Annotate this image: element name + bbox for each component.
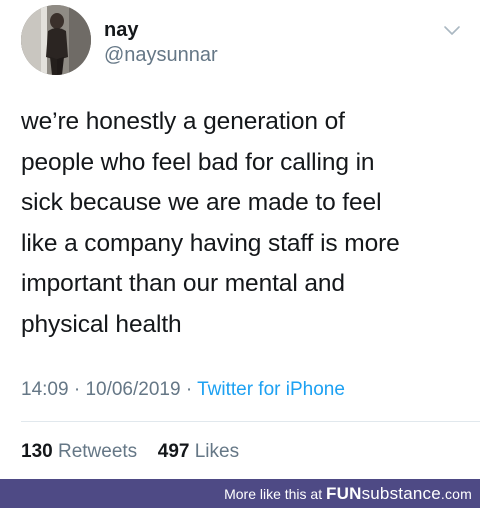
separator: · [185,379,193,400]
likes-label: Likes [194,441,240,462]
likes-stat[interactable]: 497 Likes [158,441,239,462]
separator: · [73,379,81,400]
tweet-text: we’re honestly a generation of people wh… [21,108,400,338]
tweet-card: nay @naysunnar we’re honestly a generati… [0,0,480,479]
tweet-metadata: 14:09 · 10/06/2019 · Twitter for iPhone [21,378,345,402]
retweets-label: Retweets [57,441,138,462]
likes-count: 497 [157,441,190,462]
display-name[interactable]: nay [104,18,138,42]
tweet-date[interactable]: 10/06/2019 [85,379,180,400]
footer-prefix: More like this at [224,486,323,502]
tweet-source[interactable]: Twitter for iPhone [197,379,345,400]
user-handle[interactable]: @naysunnar [104,43,218,67]
footer-brand[interactable]: FUNsubstance.com [326,484,472,503]
retweets-count: 130 [21,441,53,462]
avatar-photo [21,5,91,75]
watermark-footer: More like this at FUNsubstance.com [0,479,480,508]
divider [21,421,480,422]
chevron-down-icon[interactable] [442,24,462,38]
tweet-time[interactable]: 14:09 [21,379,69,400]
retweets-stat[interactable]: 130 Retweets [21,441,142,462]
tweet-stats: 130 Retweets 497 Likes [21,440,239,464]
avatar[interactable] [21,5,91,75]
